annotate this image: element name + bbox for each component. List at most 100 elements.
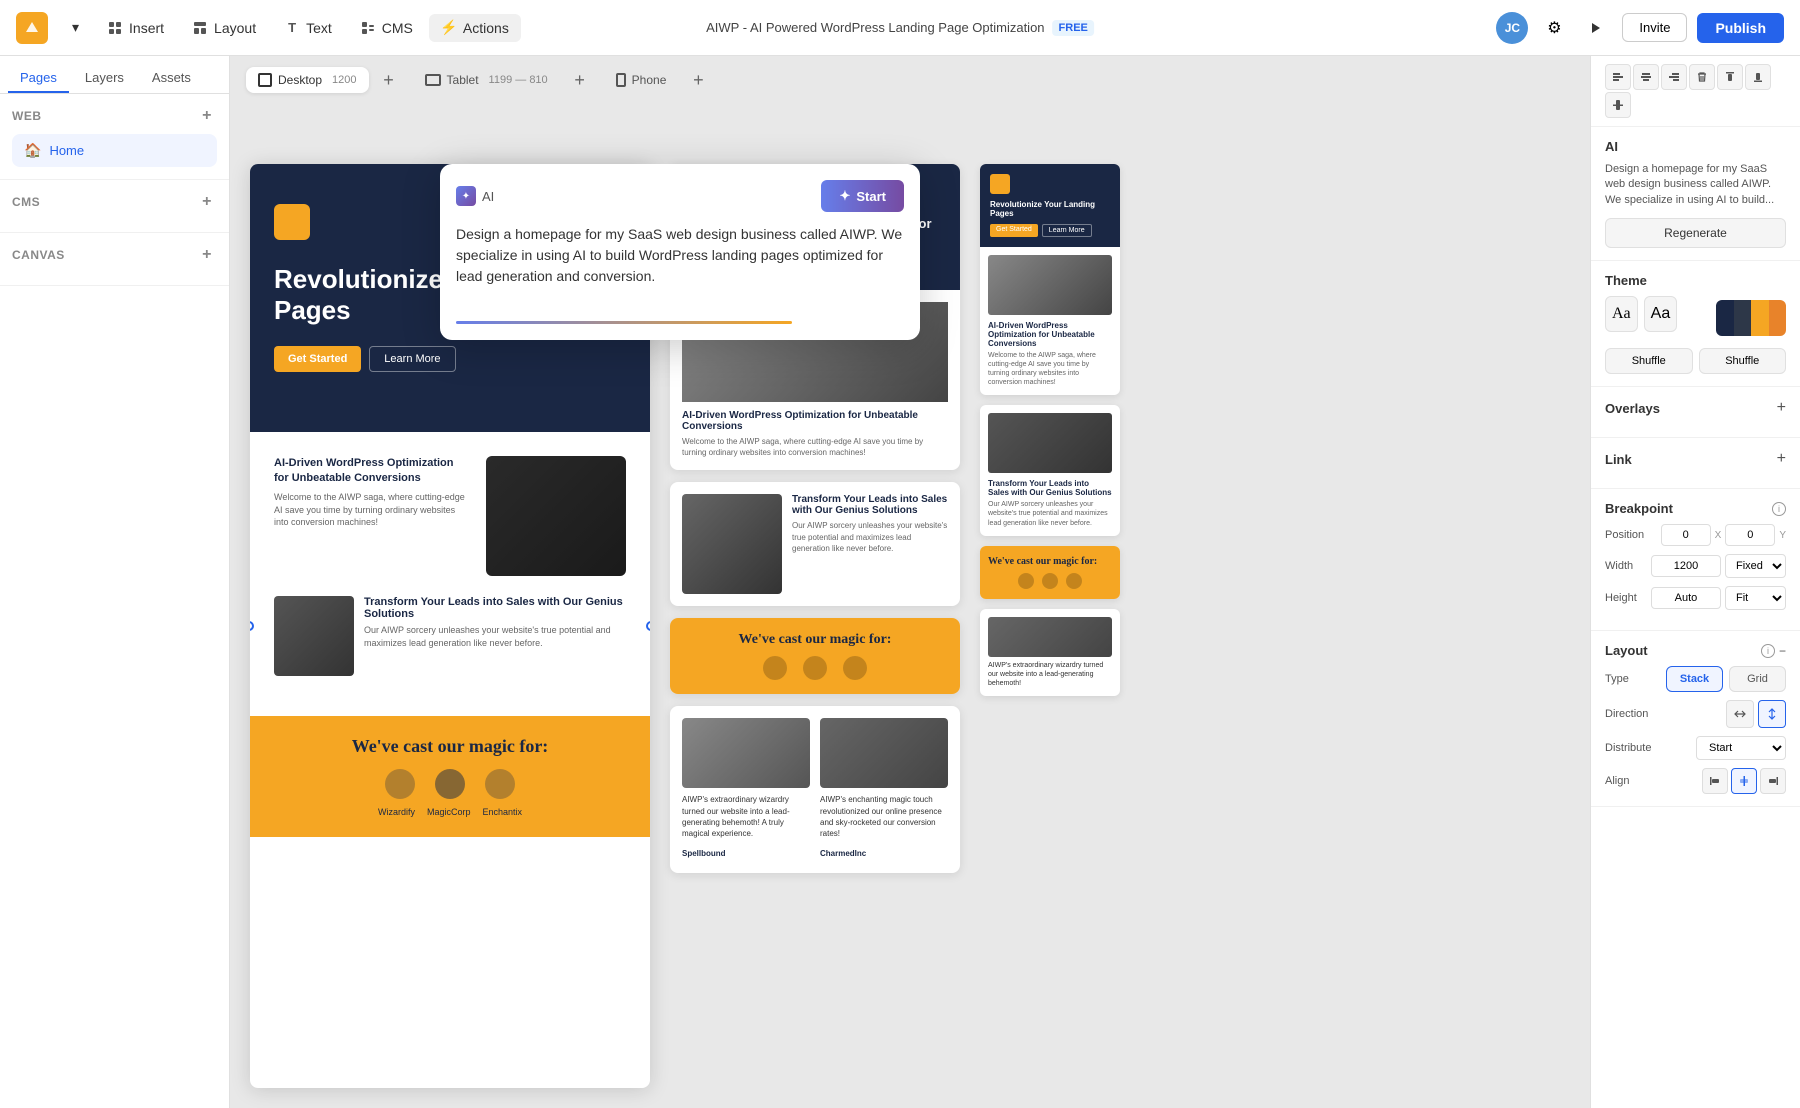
direction-label: Direction	[1605, 708, 1648, 720]
feature-card-1: AI-Driven WordPress Optimization for Unb…	[274, 456, 626, 576]
sidebar-item-home-label: Home	[49, 143, 84, 158]
tablet-stats-text: Transform Your Leads into Sales with Our…	[792, 494, 948, 594]
width-mode-select[interactable]: Fixed Fill Auto	[1725, 554, 1786, 578]
font-option-serif[interactable]: Aa	[1605, 296, 1638, 332]
font-serif-label: Aa	[1612, 305, 1631, 322]
font-option-sans[interactable]: Aa	[1644, 296, 1678, 332]
tab-layers[interactable]: Layers	[73, 64, 136, 93]
preview-button[interactable]	[1580, 12, 1612, 44]
viewport-tablet[interactable]: Tablet 1199 — 810	[413, 67, 560, 93]
ai-section-title: AI	[1605, 139, 1618, 154]
right-panel-breakpoint-section: Breakpoint i Position X Y Width	[1591, 489, 1800, 631]
tablet-stats-body: Our AIWP sorcery unleashes your website'…	[792, 520, 948, 554]
regenerate-button[interactable]: Regenerate	[1605, 218, 1786, 248]
color-swatch[interactable]	[1716, 300, 1786, 336]
insert-button[interactable]: Insert	[95, 14, 176, 42]
phone-testimonial-img	[988, 617, 1112, 657]
right-panel-link-section: Link +	[1591, 438, 1800, 489]
tablet-testimonial-2: AIWP's enchanting magic touch revolution…	[820, 718, 948, 861]
add-web-button[interactable]: +	[197, 106, 217, 126]
shuffle-color-button[interactable]: Shuffle	[1699, 348, 1787, 374]
ai-start-button[interactable]: ✦ Start	[821, 180, 904, 212]
align-bottom-btn[interactable]	[1745, 64, 1771, 90]
invite-button[interactable]: Invite	[1622, 13, 1687, 42]
align-start-btn[interactable]	[1702, 768, 1728, 794]
phone-magic-icon-2	[1042, 573, 1058, 589]
desktop-icon	[258, 73, 272, 87]
width-input[interactable]	[1651, 555, 1721, 577]
direction-horizontal-btn[interactable]	[1726, 700, 1754, 728]
publish-button[interactable]: Publish	[1697, 13, 1784, 43]
breakpoint-info-icon[interactable]: i	[1772, 502, 1786, 516]
topbar-dropdown[interactable]: ▾	[60, 13, 91, 42]
magic-icon-1	[385, 769, 415, 799]
position-x-input[interactable]	[1661, 524, 1711, 546]
resize-handle-right[interactable]	[646, 621, 650, 631]
text-icon: T	[284, 20, 300, 36]
cms-button[interactable]: CMS	[348, 14, 425, 42]
testimonial-author-1: Spellbound	[682, 849, 726, 858]
testimonial-img-2	[820, 718, 948, 788]
layout-button[interactable]: Layout	[180, 14, 268, 42]
settings-button[interactable]: ⚙	[1538, 12, 1570, 44]
align-top-btn[interactable]	[1717, 64, 1743, 90]
align-center-icon-btn[interactable]	[1731, 768, 1757, 794]
shuffle-font-button[interactable]: Shuffle	[1605, 348, 1693, 374]
tablet-testimonials-card: AIWP's extraordinary wizardry turned our…	[670, 706, 960, 873]
add-overlay-button[interactable]: +	[1777, 399, 1786, 417]
align-middle-btn[interactable]	[1605, 92, 1631, 118]
topbar: ▾ Insert Layout T Text CMS ⚡ Actions AIW…	[0, 0, 1800, 56]
add-cms-button[interactable]: +	[197, 192, 217, 212]
swatch-4	[1769, 300, 1787, 336]
collapse-layout-btn[interactable]: −	[1779, 644, 1786, 658]
sidebar-item-home[interactable]: 🏠 Home	[12, 134, 217, 167]
user-avatar[interactable]: JC	[1496, 12, 1528, 44]
add-viewport-tablet[interactable]: +	[568, 68, 592, 92]
stack-button[interactable]: Stack	[1666, 666, 1723, 692]
free-badge: FREE	[1053, 20, 1094, 36]
align-left-btn[interactable]	[1605, 64, 1631, 90]
viewport-desktop[interactable]: Desktop 1200	[246, 67, 369, 93]
hero-cta2[interactable]: Learn More	[369, 346, 455, 372]
phone-testimonial-section: AIWP's extraordinary wizardry turned our…	[980, 609, 1120, 696]
height-input[interactable]	[1651, 587, 1721, 609]
tab-pages[interactable]: Pages	[8, 64, 69, 93]
distribute-select[interactable]: Start Center End Space Between	[1696, 736, 1786, 760]
ai-badge: ✦ AI	[456, 186, 494, 206]
layout-info-icon[interactable]: i	[1761, 644, 1775, 658]
hero-cta1[interactable]: Get Started	[274, 346, 361, 372]
tablet-magic-card: We've cast our magic for:	[670, 618, 960, 694]
feature-title-1: AI-Driven WordPress Optimization for Unb…	[274, 456, 470, 485]
swatch-3	[1751, 300, 1769, 336]
canvas-section-label: Canvas	[12, 248, 65, 262]
ai-prompt-input[interactable]: Design a homepage for my SaaS web design…	[456, 224, 904, 304]
align-center-btn[interactable]	[1633, 64, 1659, 90]
direction-vertical-btn[interactable]	[1758, 700, 1786, 728]
add-canvas-button[interactable]: +	[197, 245, 217, 265]
position-y-input[interactable]	[1725, 524, 1775, 546]
align-right-btn[interactable]	[1661, 64, 1687, 90]
actions-button[interactable]: ⚡ Actions	[429, 14, 521, 42]
tablet-stats-title: Transform Your Leads into Sales with Our…	[792, 494, 948, 516]
align-end-btn[interactable]	[1760, 768, 1786, 794]
add-link-button[interactable]: +	[1777, 450, 1786, 468]
grid-button[interactable]: Grid	[1729, 666, 1786, 692]
align-row: Align	[1605, 768, 1786, 794]
tablet-magic-title: We've cast our magic for:	[684, 632, 946, 648]
app-logo[interactable]	[16, 12, 48, 44]
add-viewport-desktop[interactable]: +	[377, 68, 401, 92]
page-title-area: AIWP - AI Powered WordPress Landing Page…	[706, 20, 1094, 36]
desktop-label: Desktop	[278, 73, 322, 87]
cms-section-header: CMS +	[12, 192, 217, 212]
add-viewport-phone[interactable]: +	[686, 68, 710, 92]
phone-magic-card: We've cast our magic for:	[980, 546, 1120, 599]
tab-assets[interactable]: Assets	[140, 64, 203, 93]
text-button[interactable]: T Text	[272, 14, 344, 42]
height-mode-select[interactable]: Fit Fixed Fill	[1725, 586, 1786, 610]
testimonial-text-2: AIWP's enchanting magic touch revolution…	[820, 794, 948, 839]
magic-labels: Wizardify MagicCorp Enchantix	[274, 807, 626, 817]
delete-btn[interactable]	[1689, 64, 1715, 90]
phone-stats-card: Transform Your Leads into Sales with Our…	[980, 405, 1120, 535]
magic-icon-3	[485, 769, 515, 799]
viewport-phone[interactable]: Phone	[604, 67, 679, 93]
